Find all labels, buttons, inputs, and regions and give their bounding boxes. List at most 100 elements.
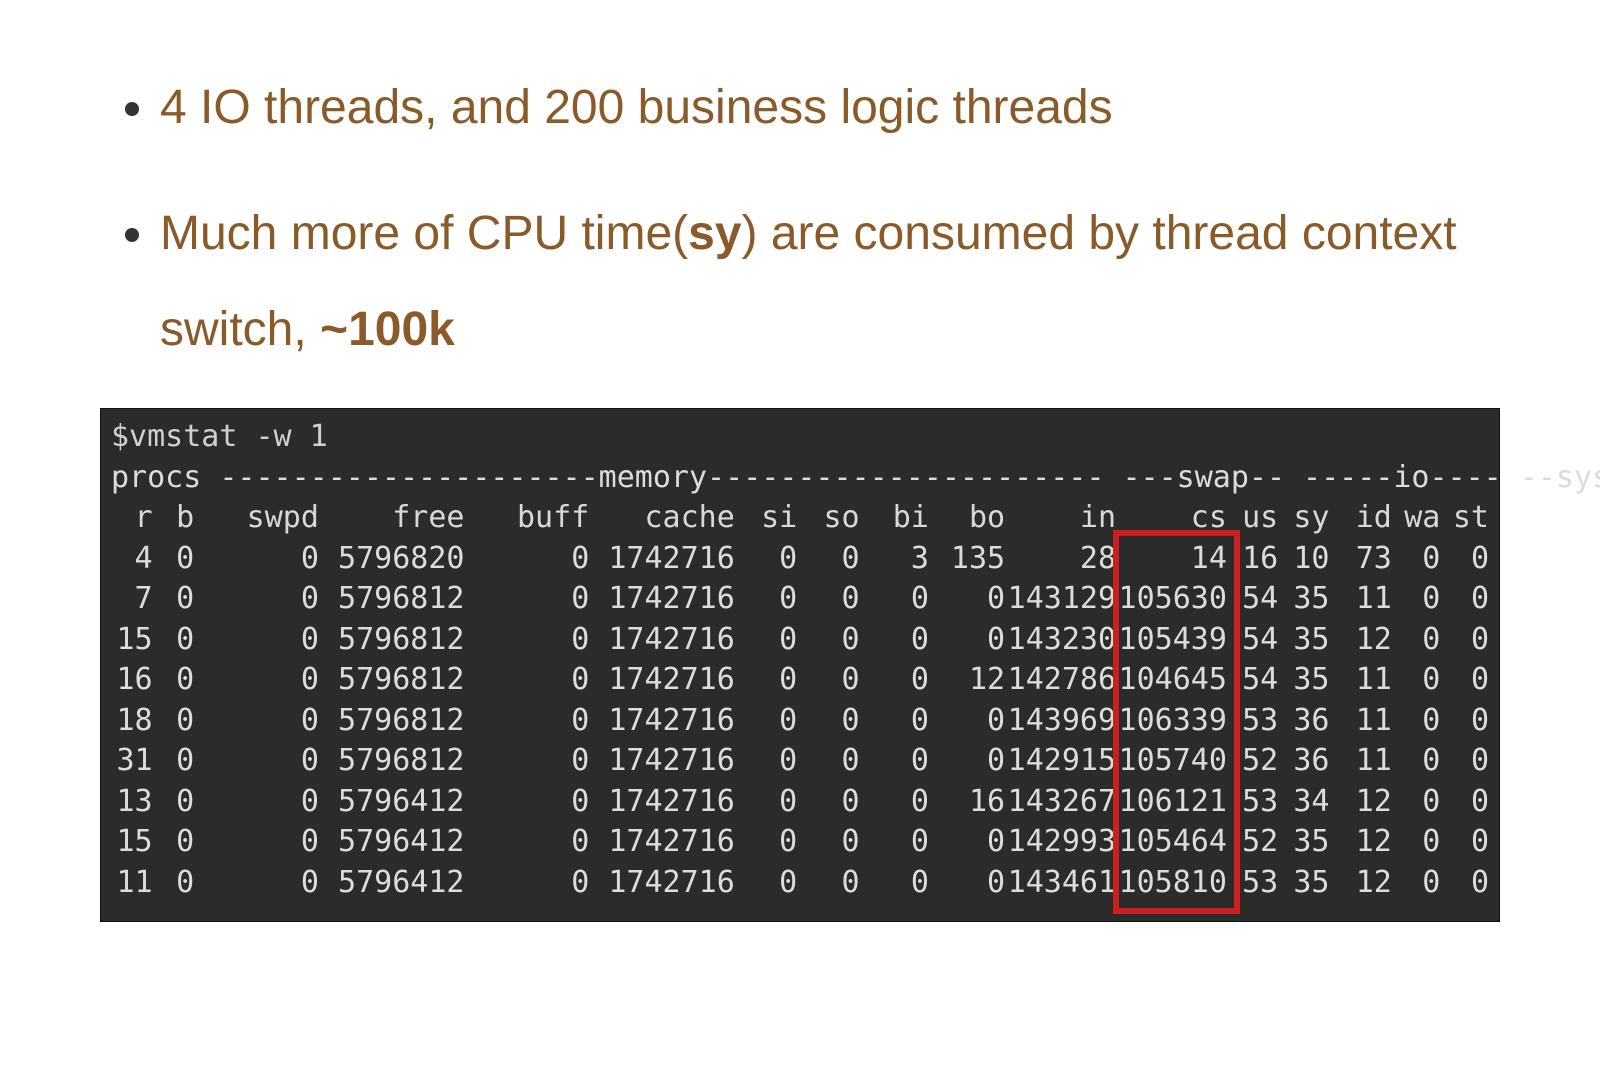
cell-cs: 105740 <box>1116 741 1227 782</box>
cell-b: 0 <box>153 620 195 661</box>
cell-free: 5796812 <box>319 579 465 620</box>
hdr-free: free <box>319 498 465 539</box>
cell-swpd: 0 <box>194 620 319 661</box>
cell-si: 0 <box>735 660 797 701</box>
cell-wa: 0 <box>1392 539 1441 580</box>
cell-id: 11 <box>1329 741 1391 782</box>
bullet-item: 4 IO threads, and 200 business logic thr… <box>160 60 1500 156</box>
cell-us: 54 <box>1227 660 1278 701</box>
cell-us: 53 <box>1227 701 1278 742</box>
cell-so: 0 <box>797 620 859 661</box>
cell-sy: 35 <box>1278 620 1329 661</box>
cell-in: 143230 <box>1005 620 1116 661</box>
cell-us: 16 <box>1227 539 1278 580</box>
vmstat-data-row: 400579682001742716003135281416107300 <box>111 539 1489 580</box>
cell-us: 52 <box>1227 822 1278 863</box>
cell-in: 142993 <box>1005 822 1116 863</box>
cell-in: 143129 <box>1005 579 1116 620</box>
cell-st: 0 <box>1440 660 1489 701</box>
hdr-bo: bo <box>929 498 1005 539</box>
cell-us: 53 <box>1227 863 1278 904</box>
cell-sy: 35 <box>1278 822 1329 863</box>
cell-wa: 0 <box>1392 620 1441 661</box>
cell-cs: 105464 <box>1116 822 1227 863</box>
cell-id: 12 <box>1329 863 1391 904</box>
cell-cache: 1742716 <box>589 863 735 904</box>
cell-in: 28 <box>1005 539 1116 580</box>
hdr-id: id <box>1329 498 1391 539</box>
cell-si: 0 <box>735 620 797 661</box>
cell-bi: 3 <box>860 539 929 580</box>
cell-wa: 0 <box>1392 741 1441 782</box>
cell-id: 11 <box>1329 701 1391 742</box>
cell-st: 0 <box>1440 701 1489 742</box>
cell-cs: 105810 <box>1116 863 1227 904</box>
cell-si: 0 <box>735 822 797 863</box>
hdr-b: b <box>153 498 195 539</box>
cell-sy: 35 <box>1278 863 1329 904</box>
cell-sy: 35 <box>1278 579 1329 620</box>
cell-bi: 0 <box>860 660 929 701</box>
vmstat-data-row: 7005796812017427160000143129105630543511… <box>111 579 1489 620</box>
cell-free: 5796812 <box>319 741 465 782</box>
cell-bo: 0 <box>929 620 1005 661</box>
cell-r: 15 <box>111 620 153 661</box>
cell-cs: 106339 <box>1116 701 1227 742</box>
cell-bo: 0 <box>929 701 1005 742</box>
cell-bi: 0 <box>860 863 929 904</box>
hdr-so: so <box>797 498 859 539</box>
cell-us: 52 <box>1227 741 1278 782</box>
cell-so: 0 <box>797 539 859 580</box>
cell-swpd: 0 <box>194 822 319 863</box>
cell-si: 0 <box>735 701 797 742</box>
cell-cs: 105630 <box>1116 579 1227 620</box>
cell-bo: 0 <box>929 822 1005 863</box>
cell-buff: 0 <box>464 660 589 701</box>
cell-si: 0 <box>735 579 797 620</box>
cell-st: 0 <box>1440 822 1489 863</box>
cell-bo: 0 <box>929 863 1005 904</box>
vmstat-table: r b swpd free buff cache si so bi bo in … <box>111 498 1489 903</box>
hdr-cs: cs <box>1116 498 1227 539</box>
cell-us: 53 <box>1227 782 1278 823</box>
cell-cache: 1742716 <box>589 620 735 661</box>
hdr-cache: cache <box>589 498 735 539</box>
cell-buff: 0 <box>464 863 589 904</box>
cell-b: 0 <box>153 741 195 782</box>
cell-r: 15 <box>111 822 153 863</box>
cell-b: 0 <box>153 660 195 701</box>
slide: 4 IO threads, and 200 business logic thr… <box>0 0 1600 1069</box>
cell-r: 31 <box>111 741 153 782</box>
bullet-text-pre: Much more of CPU time( <box>160 207 688 260</box>
cell-sy: 35 <box>1278 660 1329 701</box>
cell-sy: 36 <box>1278 701 1329 742</box>
hdr-buff: buff <box>464 498 589 539</box>
cell-in: 143969 <box>1005 701 1116 742</box>
bullet-text-bold2: ~100k <box>320 303 455 356</box>
cell-bi: 0 <box>860 822 929 863</box>
cell-bo: 135 <box>929 539 1005 580</box>
cell-bo: 0 <box>929 741 1005 782</box>
cell-swpd: 0 <box>194 579 319 620</box>
cell-bo: 12 <box>929 660 1005 701</box>
cell-r: 13 <box>111 782 153 823</box>
cell-so: 0 <box>797 863 859 904</box>
cell-id: 12 <box>1329 782 1391 823</box>
cell-wa: 0 <box>1392 701 1441 742</box>
cell-sy: 10 <box>1278 539 1329 580</box>
vmstat-data-row: 1100579641201742716000014346110581053351… <box>111 863 1489 904</box>
cell-swpd: 0 <box>194 539 319 580</box>
terminal-sections: procs ---------------------memory-------… <box>111 458 1489 499</box>
cell-st: 0 <box>1440 539 1489 580</box>
cell-cache: 1742716 <box>589 579 735 620</box>
cell-us: 54 <box>1227 620 1278 661</box>
cell-buff: 0 <box>464 539 589 580</box>
hdr-si: si <box>735 498 797 539</box>
cell-b: 0 <box>153 863 195 904</box>
cell-so: 0 <box>797 741 859 782</box>
cell-st: 0 <box>1440 863 1489 904</box>
cell-r: 11 <box>111 863 153 904</box>
hdr-sy: sy <box>1278 498 1329 539</box>
cell-sy: 34 <box>1278 782 1329 823</box>
cell-bi: 0 <box>860 782 929 823</box>
